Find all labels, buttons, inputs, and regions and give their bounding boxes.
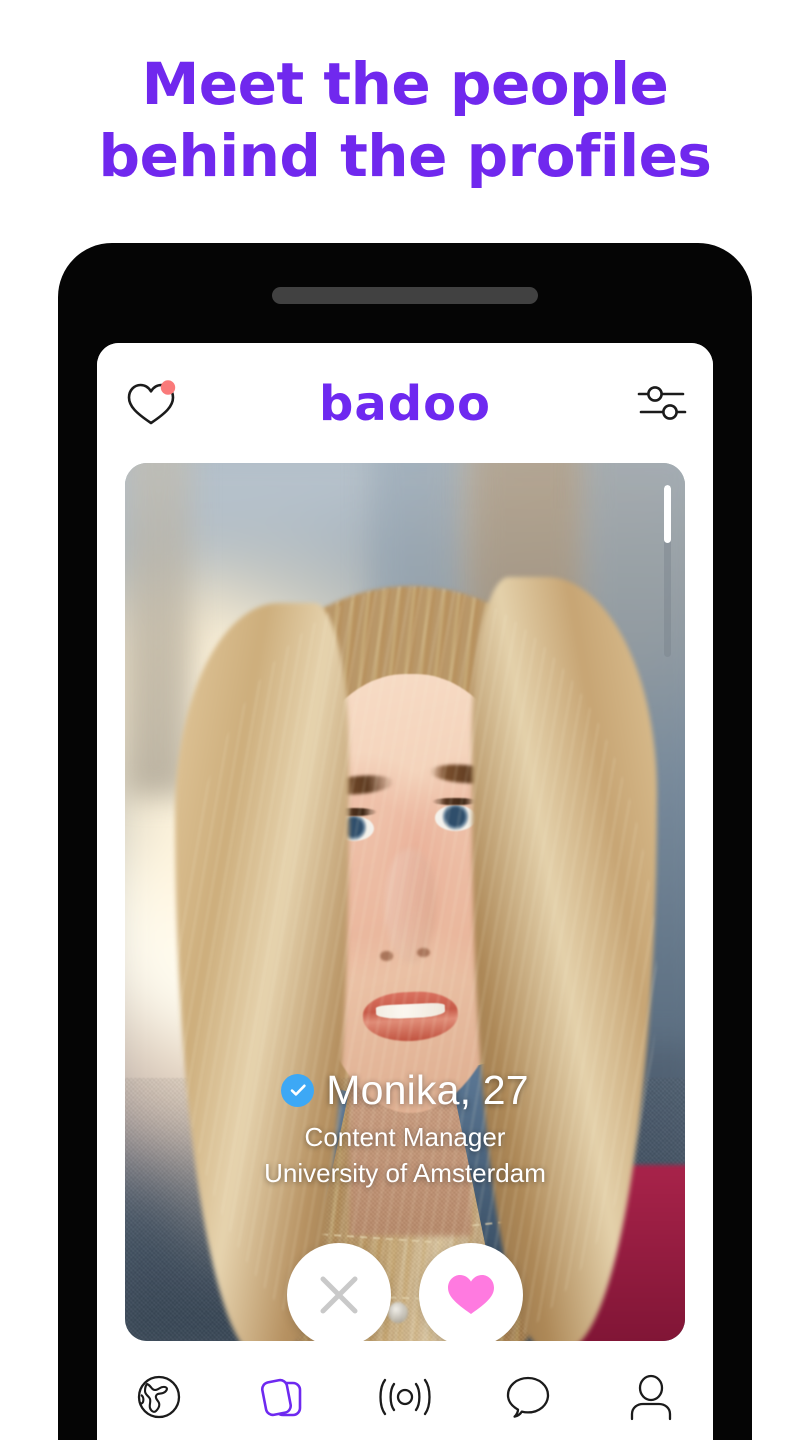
nav-item-live[interactable] xyxy=(343,1341,466,1440)
nav-item-chats[interactable] xyxy=(467,1341,590,1440)
profile-name-row: Monika, 27 xyxy=(125,1067,685,1113)
check-badge-icon xyxy=(290,1084,306,1096)
cards-icon xyxy=(260,1378,302,1417)
filter-button[interactable] xyxy=(637,381,687,425)
nav-item-profile[interactable] xyxy=(590,1341,713,1440)
profile-photo-subject xyxy=(125,463,685,1341)
nav-item-encounters[interactable] xyxy=(220,1341,343,1440)
speech-bubble-icon xyxy=(507,1376,550,1418)
profile-name: Monika, 27 xyxy=(326,1067,529,1113)
pass-button[interactable] xyxy=(287,1243,391,1341)
promo-headline: Meet the people behind the profiles xyxy=(0,48,810,192)
photo-progress-indicator[interactable] xyxy=(664,485,671,657)
profile-occupation: Content Manager xyxy=(304,1122,506,1152)
promo-headline-line2: behind the profiles xyxy=(98,122,712,190)
badoo-logo: badoo xyxy=(318,376,492,432)
phone-screen: badoo Monika, 27 Content Manager Univers… xyxy=(97,343,713,1440)
person-icon xyxy=(631,1374,672,1421)
nav-item-people-nearby[interactable] xyxy=(97,1341,220,1440)
phone-mockup: badoo Monika, 27 Content Manager Univers… xyxy=(58,243,752,1440)
profile-info: Monika, 27 Content Manager University of… xyxy=(125,1067,685,1191)
phone-speaker-grille xyxy=(272,287,538,304)
radar-icon xyxy=(379,1378,431,1416)
bottom-navigation xyxy=(97,1341,713,1440)
sliders-icon xyxy=(637,386,687,420)
heart-filled-icon xyxy=(448,1275,494,1314)
promo-screenshot: Meet the people behind the profiles bado… xyxy=(0,0,810,1440)
like-button[interactable] xyxy=(419,1243,523,1341)
profile-actions xyxy=(125,1243,685,1341)
photo-progress-current xyxy=(664,485,671,543)
profile-photo-card[interactable]: Monika, 27 Content Manager University of… xyxy=(125,463,685,1341)
profile-education: University of Amsterdam xyxy=(264,1158,546,1188)
globe-icon xyxy=(137,1375,180,1419)
app-header: badoo xyxy=(97,343,713,463)
verified-badge xyxy=(281,1073,315,1107)
close-x-icon xyxy=(320,1276,358,1314)
promo-headline-line1: Meet the people xyxy=(141,50,669,118)
